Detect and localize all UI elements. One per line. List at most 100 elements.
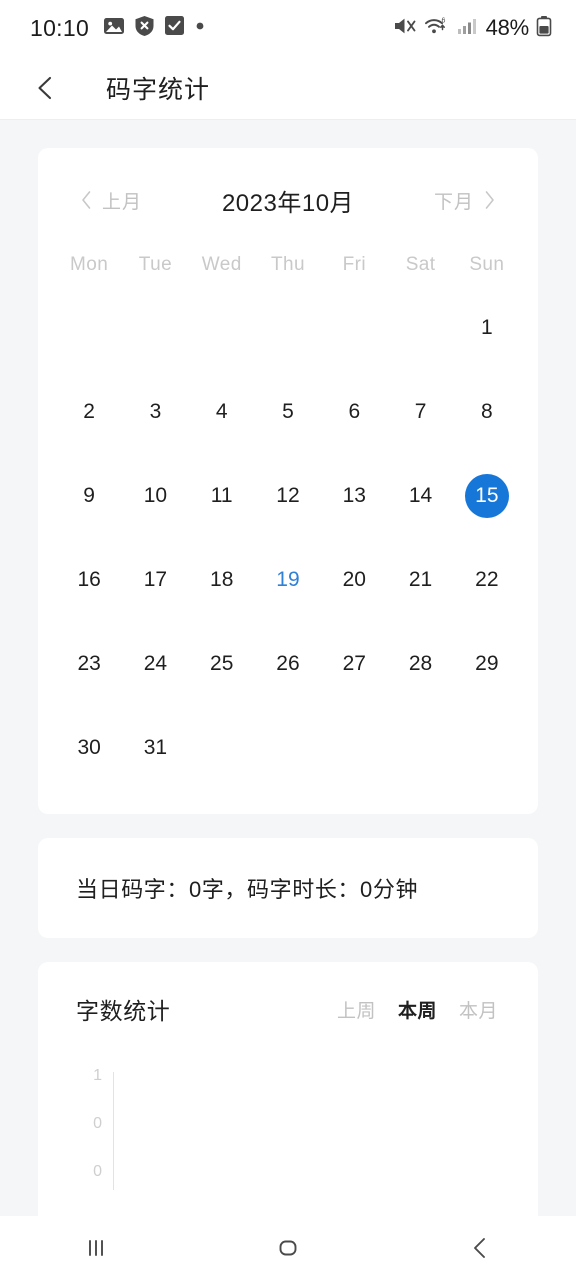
weekday-label: Tue xyxy=(138,254,173,275)
calendar-day-cell[interactable]: 20 xyxy=(321,538,387,622)
calendar-day-cell[interactable]: 17 xyxy=(122,538,188,622)
calendar-day-cell[interactable]: 19 xyxy=(255,538,321,622)
back-button[interactable] xyxy=(22,64,70,112)
chart-range-tab[interactable]: 本月 xyxy=(459,996,498,1023)
calendar-day-cell[interactable]: 24 xyxy=(122,622,188,706)
chart-title: 字数统计 xyxy=(76,998,171,1024)
nav-home-button[interactable] xyxy=(240,1216,336,1280)
calendar-day-number: 27 xyxy=(342,652,366,675)
calendar-day-number: 6 xyxy=(348,400,361,423)
status-bar-right: 6 48% xyxy=(393,15,552,42)
chart-y-axis-line xyxy=(113,1072,114,1190)
weekday-label: Sat xyxy=(405,254,436,275)
calendar-day-cell[interactable]: 3 xyxy=(122,370,188,454)
calendar-day-cell[interactable]: 16 xyxy=(56,538,122,622)
android-nav-bar xyxy=(0,1216,576,1280)
mute-icon xyxy=(393,15,417,42)
calendar-day-number: 22 xyxy=(475,568,499,591)
calendar-day-number: 26 xyxy=(276,652,300,675)
calendar-day-cell[interactable]: 1 xyxy=(454,286,520,370)
calendar-day-number: 16 xyxy=(77,568,101,591)
nav-back-button[interactable] xyxy=(432,1216,528,1280)
calendar-day-cell[interactable]: 29 xyxy=(454,622,520,706)
calendar-day-cell[interactable]: 11 xyxy=(189,454,255,538)
calendar-day-number: 10 xyxy=(143,484,168,507)
prev-month-label: 上月 xyxy=(102,191,143,213)
calendar-day-number: 12 xyxy=(276,484,300,507)
calendar-day-cell[interactable]: 28 xyxy=(387,622,453,706)
calendar-day-cell[interactable]: 31 xyxy=(122,706,188,790)
next-month-button[interactable]: 下月 xyxy=(434,187,496,214)
scroll-content[interactable]: 上月 2023年10月 下月 Mon Tue Wed Thu Fri Sat Sun 123… xyxy=(0,121,576,1216)
calendar-day-number: 17 xyxy=(143,568,168,591)
weekday-header-row: Mon Tue Wed Thu Fri Sat Sun xyxy=(56,254,520,276)
chart-plot-area: 1 0 0 xyxy=(68,1068,508,1216)
photo-icon xyxy=(103,15,125,42)
calendar-day-number: 19 xyxy=(276,568,300,591)
calendar-card: 上月 2023年10月 下月 Mon Tue Wed Thu Fri Sat Sun 123… xyxy=(38,148,538,814)
calendar-empty-cell xyxy=(255,286,321,370)
status-bar-clock: 10:10 xyxy=(30,14,90,41)
chart-range-tabs[interactable]: 上周 本周 本月 xyxy=(337,996,498,1023)
chart-range-tab[interactable]: 上周 xyxy=(337,996,376,1023)
calendar-day-cell[interactable]: 14 xyxy=(387,454,453,538)
calendar-day-cell[interactable]: 7 xyxy=(387,370,453,454)
weekday-label: Wed xyxy=(201,254,242,275)
calendar-day-cell[interactable]: 30 xyxy=(56,706,122,790)
calendar-empty-cell xyxy=(387,286,453,370)
calendar-day-cell[interactable]: 21 xyxy=(387,538,453,622)
chart-range-tab[interactable]: 本周 xyxy=(398,996,437,1023)
calendar-day-number: 3 xyxy=(149,400,162,423)
calendar-day-cell[interactable]: 10 xyxy=(122,454,188,538)
weekday-label: Sun xyxy=(469,254,505,275)
home-icon xyxy=(279,1240,297,1256)
calendar-day-cell[interactable]: 8 xyxy=(454,370,520,454)
calendar-day-number: 11 xyxy=(210,484,233,507)
calendar-day-number: 30 xyxy=(77,736,101,759)
calendar-day-number: 13 xyxy=(342,484,366,507)
nav-recents-button[interactable] xyxy=(48,1216,144,1280)
calendar-day-number: 18 xyxy=(210,568,234,591)
calendar-day-cell[interactable]: 15 xyxy=(454,454,520,538)
weekday-label: Mon xyxy=(70,254,109,275)
app-bar: 码字统计 xyxy=(0,56,576,120)
calendar-day-cell[interactable]: 18 xyxy=(189,538,255,622)
calendar-day-number: 14 xyxy=(408,484,433,507)
calendar-day-cell[interactable]: 25 xyxy=(189,622,255,706)
calendar-day-number: 4 xyxy=(215,400,228,423)
calendar-day-number: 21 xyxy=(408,568,433,591)
calendar-day-cell[interactable]: 9 xyxy=(56,454,122,538)
calendar-day-number: 5 xyxy=(282,400,294,423)
chart-y-tick-label: 1 xyxy=(93,1067,102,1084)
calendar-day-cell[interactable]: 23 xyxy=(56,622,122,706)
calendar-day-number: 2 xyxy=(83,400,95,423)
calendar-day-number: 28 xyxy=(408,652,433,675)
chevron-left-icon xyxy=(38,76,52,99)
calendar-day-number: 7 xyxy=(414,400,427,423)
status-bar: 10:10 6 48% xyxy=(0,0,576,56)
battery-icon xyxy=(536,15,552,42)
calendar-day-cell[interactable]: 4 xyxy=(189,370,255,454)
signal-icon xyxy=(457,16,477,41)
chevron-right-icon xyxy=(485,191,494,209)
calendar-day-cell[interactable]: 27 xyxy=(321,622,387,706)
calendar-day-cell[interactable]: 6 xyxy=(321,370,387,454)
calendar-day-cell[interactable]: 22 xyxy=(454,538,520,622)
daily-stat-text: 当日码字：0字，码字时长：0分钟 xyxy=(76,877,419,902)
calendar-day-cell[interactable]: 12 xyxy=(255,454,321,538)
calendar-day-cell[interactable]: 2 xyxy=(56,370,122,454)
calendar-day-grid[interactable]: 1 2 3 4 5 6 7 8 9 10 11 12 13 14 15 16 17 18 19 20 21 22 23 24 2… xyxy=(56,286,520,790)
calendar-day-number: 20 xyxy=(342,568,366,591)
calendar-day-number: 8 xyxy=(481,400,493,423)
calendar-day-number: 29 xyxy=(475,652,499,675)
calendar-day-cell[interactable]: 26 xyxy=(255,622,321,706)
calendar-day-number: 31 xyxy=(143,736,168,759)
daily-stat-card: 当日码字：0字，码字时长：0分钟 xyxy=(38,838,538,938)
chevron-left-icon xyxy=(82,191,91,209)
current-month-label: 2023年10月 xyxy=(221,189,355,217)
weekday-label: Thu xyxy=(271,254,305,275)
calendar-day-cell[interactable]: 13 xyxy=(321,454,387,538)
calendar-day-cell[interactable]: 5 xyxy=(255,370,321,454)
calendar-empty-cell xyxy=(321,286,387,370)
prev-month-button[interactable]: 上月 xyxy=(80,187,142,214)
